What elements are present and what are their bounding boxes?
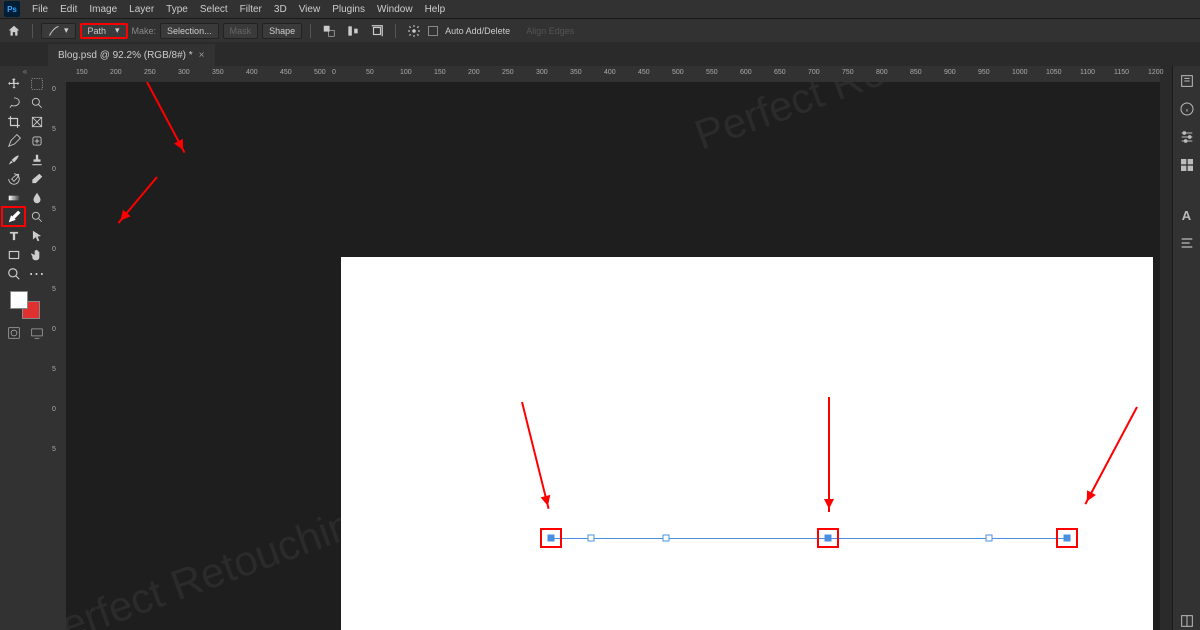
make-mask-button[interactable]: Mask xyxy=(223,23,259,39)
horizontal-ruler: 150 200 250 300 350 400 450 500 0 50 100… xyxy=(66,66,1160,82)
gear-icon[interactable] xyxy=(404,22,424,40)
brush-tool[interactable] xyxy=(2,150,25,169)
menu-file[interactable]: File xyxy=(26,4,54,15)
make-selection-button[interactable]: Selection... xyxy=(160,23,219,39)
watermark: Perfect Retouching xyxy=(689,82,1041,160)
direction-point[interactable] xyxy=(588,535,595,542)
menu-select[interactable]: Select xyxy=(194,4,234,15)
document-tab-bar: Blog.psd @ 92.2% (RGB/8#) * × xyxy=(0,42,1200,66)
paragraph-panel-icon[interactable] xyxy=(1178,234,1196,252)
move-tool[interactable] xyxy=(2,74,25,93)
mode-dropdown[interactable]: Path▾ xyxy=(80,23,128,39)
lasso-tool[interactable] xyxy=(2,93,25,112)
annotation-arrow xyxy=(146,82,185,153)
pen-tool[interactable] xyxy=(2,207,25,226)
direction-point[interactable] xyxy=(986,535,993,542)
annotation-arrow xyxy=(1084,407,1137,505)
menu-plugins[interactable]: Plugins xyxy=(326,4,371,15)
frame-tool[interactable] xyxy=(25,112,48,131)
expand-panel-icon[interactable] xyxy=(1178,612,1196,630)
auto-add-delete-checkbox[interactable] xyxy=(428,26,438,36)
home-button[interactable] xyxy=(4,22,24,40)
menu-edit[interactable]: Edit xyxy=(54,4,83,15)
annotation-highlight xyxy=(1056,528,1078,548)
menu-help[interactable]: Help xyxy=(419,4,452,15)
auto-add-delete-label: Auto Add/Delete xyxy=(445,26,510,36)
tool-preset-dropdown[interactable]: ▾ xyxy=(41,23,76,39)
document-tab-title: Blog.psd @ 92.2% (RGB/8#) * xyxy=(58,50,193,61)
screen-mode-icon[interactable] xyxy=(25,323,48,342)
workspace: ⋯ 0 5 0 5 0 5 0 5 0 5 150 200 250 300 3 xyxy=(0,66,1200,630)
canvas-viewport[interactable]: Perfect Retouching Perfect Retouching Pe… xyxy=(66,82,1160,630)
make-label: Make: xyxy=(132,26,157,36)
right-panel-dock: A xyxy=(1172,66,1200,630)
color-swatches[interactable] xyxy=(10,291,40,319)
foreground-color-swatch[interactable] xyxy=(10,291,28,309)
quick-mask-icon[interactable] xyxy=(2,323,25,342)
zoom-tool[interactable] xyxy=(2,264,25,283)
path-select-tool[interactable] xyxy=(25,226,48,245)
watermark: Perfect Retouching xyxy=(66,492,381,630)
info-panel-icon[interactable] xyxy=(1178,100,1196,118)
options-bar: ▾ Path▾ Make: Selection... Mask Shape Au… xyxy=(0,18,1200,42)
menu-layer[interactable]: Layer xyxy=(123,4,160,15)
eyedropper-tool[interactable] xyxy=(2,131,25,150)
direction-point[interactable] xyxy=(663,535,670,542)
dodge-tool[interactable] xyxy=(25,207,48,226)
marquee-tool[interactable] xyxy=(25,74,48,93)
blur-tool[interactable] xyxy=(25,188,48,207)
menu-3d[interactable]: 3D xyxy=(268,4,293,15)
history-brush-tool[interactable] xyxy=(2,169,25,188)
annotation-arrow xyxy=(828,397,830,512)
rectangle-tool[interactable] xyxy=(2,245,25,264)
gradient-tool[interactable] xyxy=(2,188,25,207)
align-edges-label: Align Edges xyxy=(526,26,574,36)
canvas-area: 150 200 250 300 350 400 450 500 0 50 100… xyxy=(66,66,1160,630)
path-arrange-icon[interactable] xyxy=(367,22,387,40)
menu-type[interactable]: Type xyxy=(160,4,194,15)
menu-view[interactable]: View xyxy=(293,4,327,15)
character-panel-icon[interactable]: A xyxy=(1178,206,1196,224)
app-logo: Ps xyxy=(4,1,20,17)
swatches-panel-icon[interactable] xyxy=(1178,156,1196,174)
properties-panel-icon[interactable] xyxy=(1178,128,1196,146)
annotation-highlight xyxy=(540,528,562,548)
stamp-tool[interactable] xyxy=(25,150,48,169)
document-canvas[interactable] xyxy=(341,257,1153,630)
learn-panel-icon[interactable] xyxy=(1178,72,1196,90)
tool-palette: ⋯ xyxy=(0,66,50,630)
heal-tool[interactable] xyxy=(25,131,48,150)
document-tab[interactable]: Blog.psd @ 92.2% (RGB/8#) * × xyxy=(48,44,215,66)
vertical-scrollbar[interactable] xyxy=(1160,66,1172,630)
eraser-tool[interactable] xyxy=(25,169,48,188)
hand-tool[interactable] xyxy=(25,245,48,264)
make-shape-button[interactable]: Shape xyxy=(262,23,302,39)
vertical-ruler: 0 5 0 5 0 5 0 5 0 5 xyxy=(50,66,66,630)
menu-window[interactable]: Window xyxy=(371,4,419,15)
more-tools[interactable]: ⋯ xyxy=(25,264,48,283)
type-tool[interactable] xyxy=(2,226,25,245)
annotation-arrow xyxy=(521,402,550,509)
annotation-highlight xyxy=(817,528,839,548)
menu-filter[interactable]: Filter xyxy=(234,4,268,15)
path-align-icon[interactable] xyxy=(343,22,363,40)
crop-tool[interactable] xyxy=(2,112,25,131)
annotation-arrow xyxy=(118,176,158,223)
quick-select-tool[interactable] xyxy=(25,93,48,112)
path-ops-icon[interactable] xyxy=(319,22,339,40)
menu-image[interactable]: Image xyxy=(83,4,123,15)
menu-bar: Ps File Edit Image Layer Type Select Fil… xyxy=(0,0,1200,18)
close-tab-icon[interactable]: × xyxy=(199,50,205,61)
